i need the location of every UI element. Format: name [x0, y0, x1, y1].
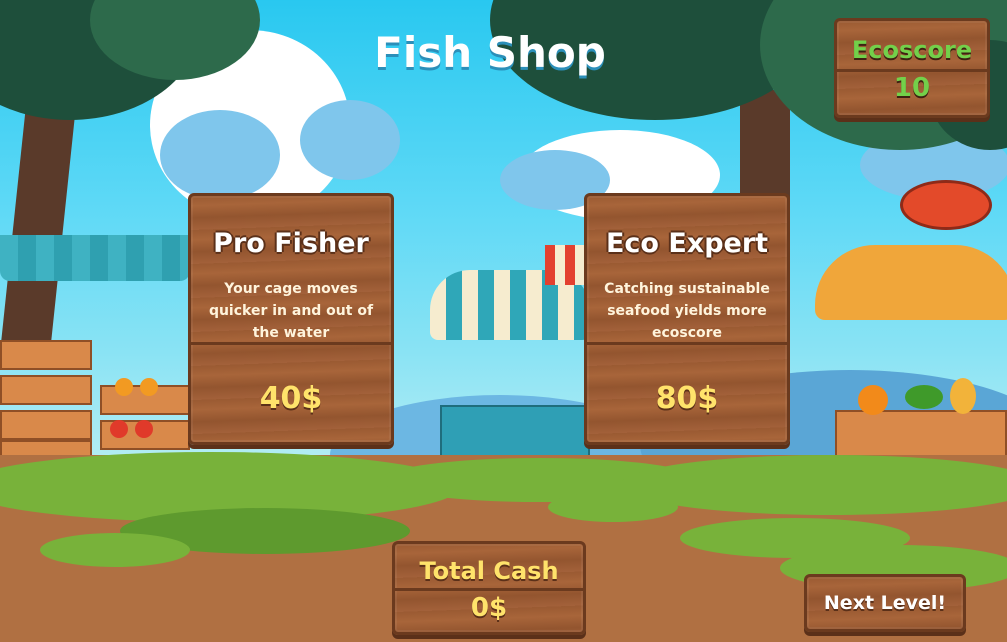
shop-item-price: 80$	[655, 381, 719, 416]
shop-item-description: Catching sustainable seafood yields more…	[604, 281, 770, 341]
straw-roof	[815, 245, 1007, 320]
shop-item-eco-expert[interactable]: Eco Expert Catching sustainable seafood …	[584, 193, 790, 445]
wood-seam	[837, 69, 987, 72]
squash	[950, 378, 976, 414]
ecoscore-panel: Ecoscore 10	[834, 18, 990, 118]
shop-item-description: Your cage moves quicker in and out of th…	[208, 281, 374, 341]
hand-sign	[900, 180, 992, 230]
next-level-label: Next Level!	[823, 592, 947, 614]
ecoscore-label: Ecoscore	[851, 36, 973, 64]
red-awning	[545, 245, 585, 285]
grass-patch	[40, 533, 190, 567]
total-cash-panel: Total Cash 0$	[392, 541, 586, 635]
orange	[140, 378, 158, 396]
cucumber	[905, 385, 943, 409]
grass-patch	[548, 492, 678, 522]
ecoscore-value: 10	[893, 73, 931, 103]
fruit-crate	[0, 375, 92, 405]
total-cash-label: Total Cash	[419, 557, 559, 585]
fruit-crate	[0, 340, 92, 370]
wood-seam	[395, 588, 583, 591]
shop-item-title: Pro Fisher	[213, 228, 369, 259]
fruit-crate	[0, 410, 92, 440]
next-level-button[interactable]: Next Level!	[804, 574, 966, 632]
apple	[135, 420, 153, 438]
page-title: Fish Shop	[374, 28, 606, 77]
shop-item-title: Eco Expert	[605, 228, 769, 259]
left-stall-awning	[0, 235, 190, 281]
cloud	[300, 100, 400, 180]
apple	[110, 420, 128, 438]
total-cash-value: 0$	[470, 593, 508, 623]
shop-item-pro-fisher[interactable]: Pro Fisher Your cage moves quicker in an…	[188, 193, 394, 445]
orange	[115, 378, 133, 396]
shop-item-price: 40$	[259, 381, 323, 416]
cloud	[160, 110, 280, 200]
pepper	[858, 385, 888, 415]
